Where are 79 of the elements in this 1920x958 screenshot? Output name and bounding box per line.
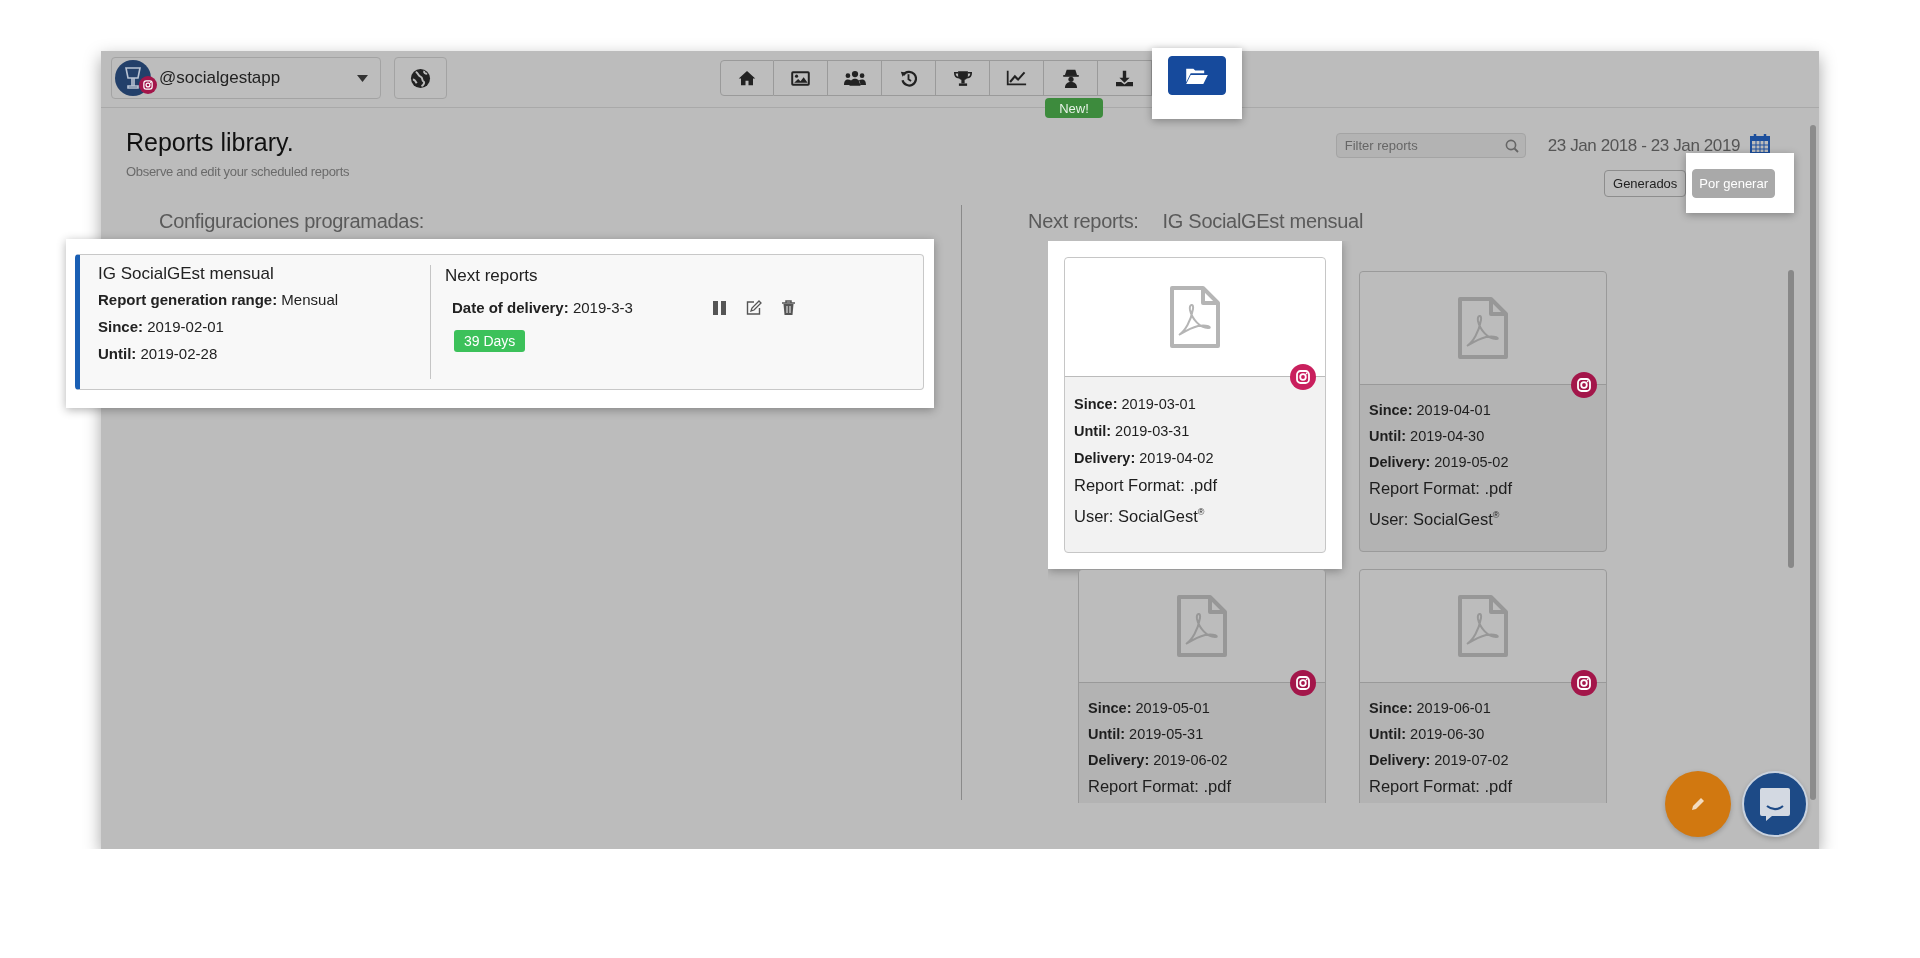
instagram-icon (139, 76, 157, 94)
line-chart-icon (1006, 70, 1027, 86)
globe-button[interactable] (394, 57, 447, 99)
history-icon (900, 69, 917, 87)
pencil-icon (1690, 796, 1706, 812)
report-detail: Report Format: .pdf (1074, 475, 1219, 496)
view-toggle-button[interactable]: Generados (1604, 170, 1687, 197)
new-badge: New! (1045, 98, 1103, 118)
configuration-field: Report generation range: Mensual (98, 286, 412, 313)
section-heading: Next reports: (1028, 210, 1139, 233)
toolbar-button[interactable] (720, 60, 774, 96)
report-detail: User: SocialGest$^{®}$ (1369, 508, 1501, 530)
report-detail: User: SocialGest$^{®}$ (1074, 505, 1206, 527)
instagram-icon (1571, 669, 1597, 696)
search-icon (1504, 139, 1519, 153)
configuration-name: IG SocialGEst mensual (1162, 210, 1364, 233)
filter-field[interactable]: Filter reports (1335, 133, 1526, 158)
download-icon (1115, 69, 1134, 87)
pause-icon[interactable] (712, 300, 726, 315)
report-field: Delivery: 2019-07-02 (1369, 746, 1597, 773)
report-field: Since: 2019-06-01 (1369, 694, 1597, 721)
configuration-field: Since: 2019-02-01 (98, 313, 412, 340)
pdf-file-icon (1457, 296, 1509, 360)
report-detail: Report Format: .pdf (1088, 775, 1233, 797)
globe-icon (410, 67, 431, 89)
trash-icon[interactable] (781, 300, 795, 315)
toolbar-button[interactable] (774, 60, 828, 96)
pdf-file-icon (1176, 593, 1228, 658)
pdf-file-icon (1169, 285, 1221, 349)
toolbar-button[interactable] (1044, 60, 1098, 96)
image-icon (791, 70, 810, 86)
next-reports-label: Next reports (445, 266, 539, 286)
delivery-date: Date of delivery: 2019-3-3 (452, 298, 633, 318)
toolbar-button[interactable] (990, 60, 1044, 96)
caret-icon (357, 74, 368, 82)
report-field: Since: 2019-05-01 (1088, 694, 1316, 721)
configuration-field: Until: 2019-02-28 (98, 340, 412, 367)
report-detail: Report Format: .pdf (1369, 775, 1514, 797)
report-field: Delivery: 2019-04-02 (1074, 445, 1316, 472)
home-icon (738, 70, 756, 86)
trophy-icon (953, 69, 972, 87)
instagram-icon (1290, 669, 1316, 696)
days-remaining-badge: 39 Days (454, 330, 526, 352)
toolbar-button[interactable] (882, 60, 936, 96)
configuration-name: IG SocialGEst mensual (98, 264, 275, 284)
report-card[interactable]: Since: 2019-06-01 Until: 2019-06-30 Delivery: 2019-07-02 Report Format: .pdf (1359, 568, 1607, 803)
report-card[interactable]: Since: 2019-03-01 Until: 2019-03-31 Delivery: 2019-04-02 Report Format: .pdf User: SocialGest$^{®}$ (1064, 257, 1326, 553)
report-field: Until: 2019-03-31 (1074, 418, 1316, 445)
report-card[interactable]: Since: 2019-05-01 Until: 2019-05-31 Delivery: 2019-06-02 Report Format: .pdf (1078, 568, 1326, 803)
report-detail: Report Format: .pdf (1369, 478, 1514, 499)
edit-icon[interactable] (745, 300, 762, 315)
instagram-icon (1571, 372, 1597, 398)
report-field: Until: 2019-06-30 (1369, 720, 1597, 747)
toolbar-button[interactable] (936, 60, 990, 96)
scrollbar[interactable] (1788, 270, 1794, 568)
page-title: Reports library. (126, 128, 295, 157)
hat-figure-icon (1062, 68, 1079, 88)
report-field: Until: 2019-04-30 (1369, 423, 1597, 449)
instagram-icon (1290, 364, 1316, 390)
pdf-file-icon (1457, 593, 1509, 658)
report-field: Delivery: 2019-05-02 (1369, 449, 1597, 475)
date-range: 23 Jan 2018 - 23 Jan 2019 (1547, 135, 1740, 156)
report-field: Since: 2019-04-01 (1369, 397, 1597, 423)
chat-button[interactable] (1742, 771, 1808, 837)
toolbar-button[interactable] (828, 60, 882, 96)
toolbar-button[interactable] (1168, 56, 1226, 95)
page-subtitle: Observe and edit your scheduled reports (126, 164, 350, 179)
scrollbar[interactable] (1810, 125, 1816, 800)
chat-icon (1758, 786, 1792, 822)
calendar-icon[interactable] (1750, 133, 1770, 154)
users-icon (843, 70, 866, 86)
report-field: Since: 2019-03-01 (1074, 391, 1316, 418)
section-heading: Configuraciones programadas: (158, 209, 426, 233)
report-field: Delivery: 2019-06-02 (1088, 746, 1316, 773)
report-field: Until: 2019-05-31 (1088, 720, 1316, 747)
toolbar-button[interactable] (1098, 60, 1152, 96)
account-selector[interactable]: @socialgestapp (111, 57, 381, 99)
folder-icon (1185, 66, 1209, 85)
report-card[interactable]: Since: 2019-04-01 Until: 2019-04-30 Delivery: 2019-05-02 Report Format: .pdf User: SocialGest$^{®}$ (1359, 271, 1607, 552)
